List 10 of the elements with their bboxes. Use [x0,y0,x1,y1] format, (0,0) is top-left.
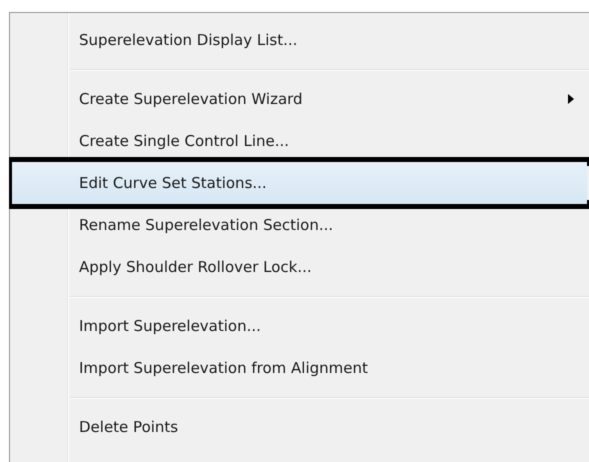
menu-item[interactable]: Edit Curve Set Stations... [12,162,587,204]
menu-item[interactable]: Import Superelevation... [12,305,587,347]
submenu-arrow-icon [568,94,574,104]
menu-item[interactable]: Create Superelevation Wizard [12,78,587,120]
menu-item[interactable]: Superelevation Display List... [12,19,587,61]
menu-item[interactable]: Import Superelevation from Alignment [12,347,587,389]
menu-item[interactable]: Delete Points [12,406,587,448]
menu-item[interactable]: Create Single Control Line... [12,120,587,162]
menu-item[interactable]: Rename Superelevation Section... [12,204,587,246]
menu-item[interactable]: Apply Shoulder Rollover Lock... [12,246,587,288]
